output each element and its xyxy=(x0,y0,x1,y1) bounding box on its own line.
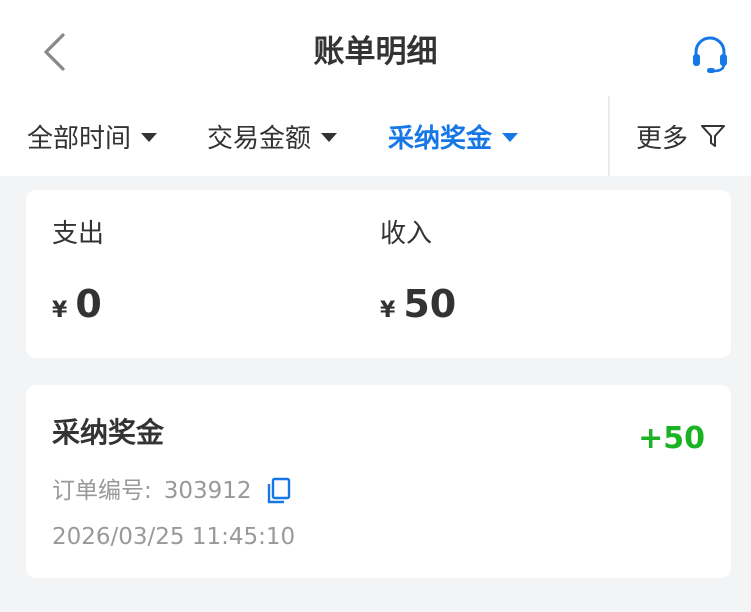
copy-button[interactable] xyxy=(264,476,294,506)
transaction-record[interactable]: 采纳奖金 +50 订单编号: 303912 2026/03/25 11:45:1… xyxy=(26,385,731,578)
currency-symbol: ¥ xyxy=(52,298,68,323)
more-label: 更多 xyxy=(636,123,689,154)
expense-value: 0 xyxy=(75,282,102,326)
record-amount: +50 xyxy=(638,421,705,456)
filter-amount[interactable]: 交易金额 xyxy=(207,116,338,156)
filter-amount-label: 交易金额 xyxy=(207,123,312,154)
summary-card: 支出 ¥ 0 收入 ¥ 50 xyxy=(26,190,731,358)
more-filters-button[interactable]: 更多 xyxy=(636,116,726,156)
caret-down-icon xyxy=(321,132,338,142)
order-number: 303912 xyxy=(163,478,252,504)
caret-down-icon xyxy=(141,132,158,142)
currency-symbol: ¥ xyxy=(380,298,396,323)
record-time: 2026/03/25 11:45:10 xyxy=(52,524,296,550)
chevron-left-icon xyxy=(44,33,65,71)
filter-funnel-icon xyxy=(701,125,726,147)
filter-time[interactable]: 全部时间 xyxy=(27,116,158,156)
top-bar: 账单明细 xyxy=(0,0,751,100)
order-number-label: 订单编号: xyxy=(52,478,152,504)
headset-icon xyxy=(693,36,727,73)
back-button[interactable] xyxy=(32,28,76,76)
record-title: 采纳奖金 xyxy=(52,416,165,449)
filter-type-label: 采纳奖金 xyxy=(388,123,493,154)
order-number-row: 订单编号: 303912 xyxy=(52,473,294,509)
income-value: 50 xyxy=(403,282,457,326)
filter-bar: 全部时间 交易金额 采纳奖金 更多 xyxy=(0,96,751,176)
caret-down-icon xyxy=(502,132,519,142)
copy-icon xyxy=(267,477,290,504)
filter-time-label: 全部时间 xyxy=(27,123,132,154)
filter-type[interactable]: 采纳奖金 xyxy=(388,116,519,156)
income-label: 收入 xyxy=(380,219,433,249)
expense-label: 支出 xyxy=(52,219,105,249)
income-summary: 收入 ¥ 50 xyxy=(380,216,456,326)
page-title: 账单明细 xyxy=(313,34,438,70)
filter-divider xyxy=(608,96,610,176)
expense-summary: 支出 ¥ 0 xyxy=(52,216,104,326)
customer-service-button[interactable] xyxy=(686,30,734,78)
